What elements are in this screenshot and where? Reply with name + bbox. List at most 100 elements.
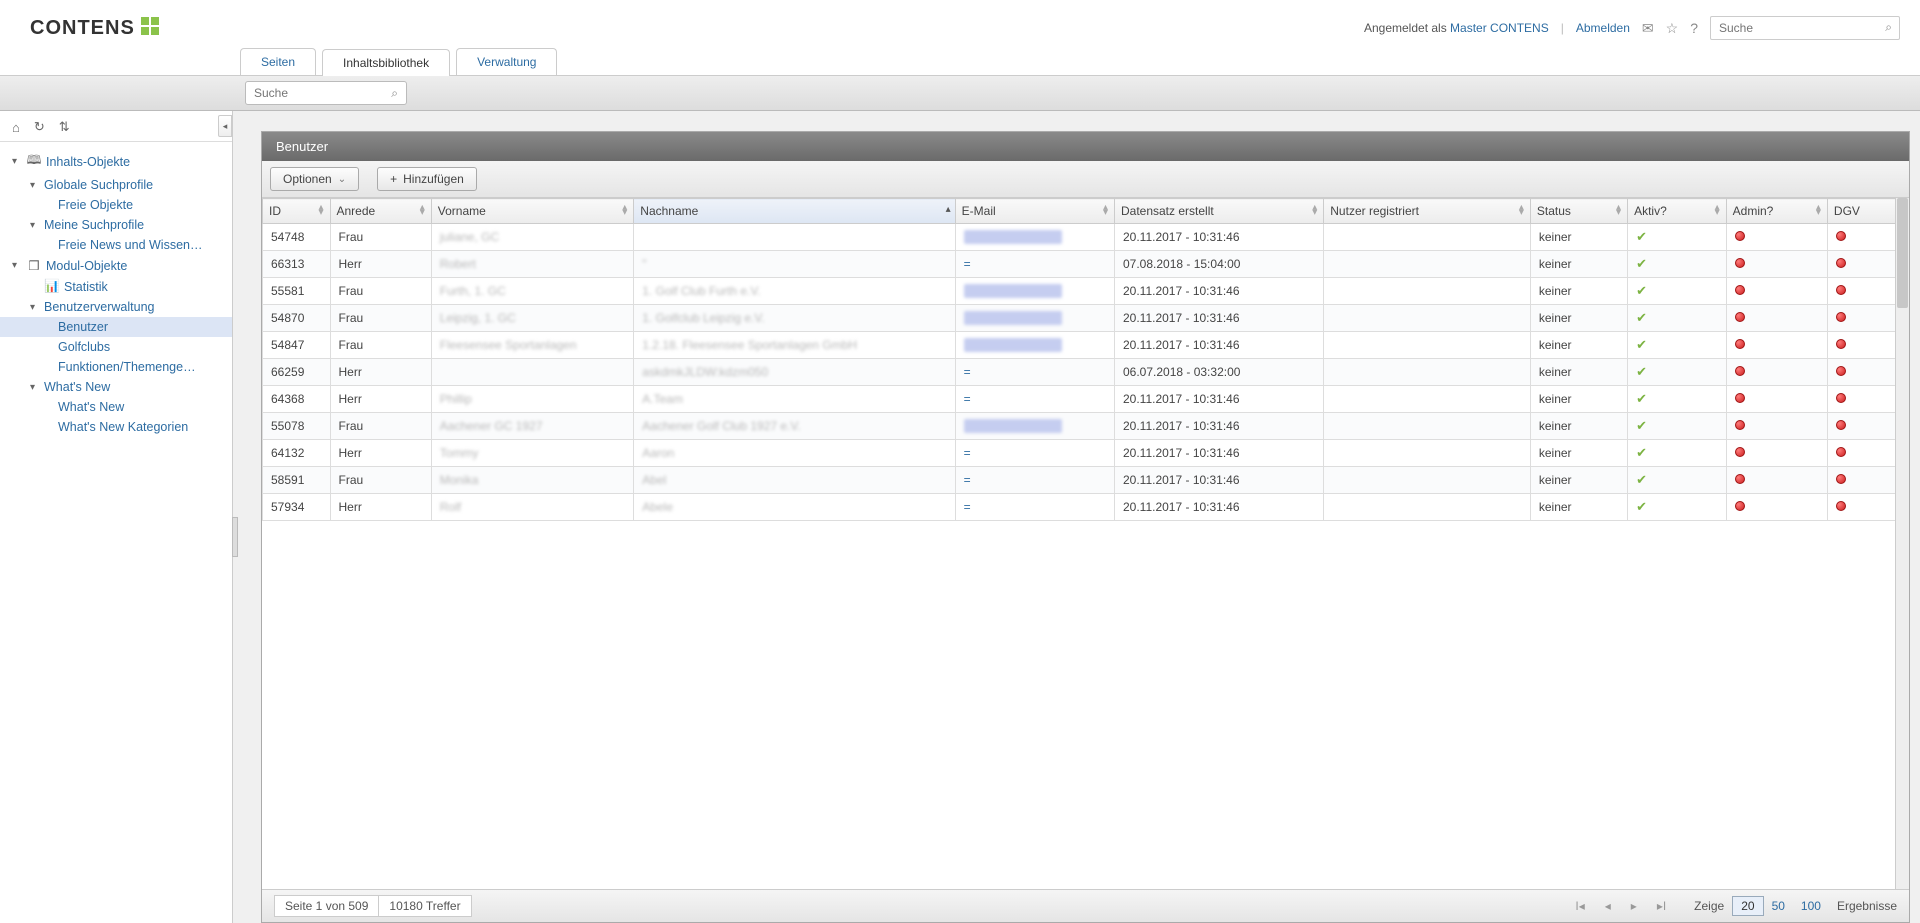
sidebar-item-what-s-new[interactable]: What's New (0, 397, 232, 417)
sidebar-item-benutzerverwaltung[interactable]: ▾Benutzerverwaltung (0, 297, 232, 317)
sidebar: ⌂ ↻ ⇅ ◂ ▾🕮Inhalts-Objekte▾Globale Suchpr… (0, 111, 233, 923)
tab-verwaltung[interactable]: Verwaltung (456, 48, 557, 75)
first-page-icon[interactable]: I◂ (1569, 899, 1590, 913)
home-icon[interactable]: ⌂ (12, 120, 20, 135)
sort-icon: ▴▾ (1616, 205, 1621, 215)
chevron-down-icon: ⌄ (338, 174, 346, 185)
sidebar-item-globale-suchprofile[interactable]: ▾Globale Suchprofile (0, 175, 232, 195)
sidebar-item-what-s-new[interactable]: ▾What's New (0, 377, 232, 397)
options-button[interactable]: Optionen ⌄ (270, 167, 359, 191)
col-vorname[interactable]: Vorname▴▾ (431, 199, 634, 224)
sidebar-item-statistik[interactable]: 📊Statistik (0, 276, 232, 297)
email-link[interactable]: = (964, 473, 971, 487)
cell-registriert (1324, 305, 1531, 332)
sort-asc-icon: ▴ (946, 204, 951, 215)
table-row[interactable]: 54748Fraujuliane, GCxxxxx@xxxxxxxx20.11.… (263, 224, 1909, 251)
col-admin-[interactable]: Admin?▴▾ (1726, 199, 1827, 224)
sidebar-item-freie-objekte[interactable]: Freie Objekte (0, 195, 232, 215)
cell-email: xxxxx@xxxxxxxx (955, 278, 1114, 305)
table-row[interactable]: 66259HerraskdmkJLDW:kdzm050=06.07.2018 -… (263, 359, 1909, 386)
cell-registriert (1324, 413, 1531, 440)
sidebar-item-modul-objekte[interactable]: ▾❒Modul-Objekte (0, 255, 232, 276)
mail-icon[interactable]: ✉ (1642, 20, 1654, 37)
sidebar-item-label: Funktionen/Themenge… (58, 360, 196, 374)
collapse-sidebar-icon[interactable]: ◂ (218, 115, 232, 137)
content-search-input[interactable] (246, 82, 406, 104)
cube-icon: ❒ (26, 258, 42, 273)
sidebar-item-golfclubs[interactable]: Golfclubs (0, 337, 232, 357)
cell-id: 55078 (263, 413, 331, 440)
email-link[interactable]: = (964, 392, 971, 406)
logout-link[interactable]: Abmelden (1576, 21, 1630, 35)
page-size-50[interactable]: 50 (1764, 897, 1793, 915)
add-button[interactable]: + Hinzufügen (377, 167, 477, 191)
cell-status: keiner (1530, 386, 1627, 413)
col-anrede[interactable]: Anrede▴▾ (330, 199, 431, 224)
table-row[interactable]: 54847FrauFleesensee Sportanlagen1.2.18. … (263, 332, 1909, 359)
col-nutzer-registriert[interactable]: Nutzer registriert▴▾ (1324, 199, 1531, 224)
cell-aktiv: ✔ (1628, 224, 1727, 251)
refresh-icon[interactable]: ↻ (34, 119, 45, 135)
expand-arrow-icon: ▾ (30, 382, 42, 393)
cell-nachname: 1. Golf Club Furth e.V. (634, 278, 955, 305)
check-icon: ✔ (1636, 260, 1647, 268)
table-row[interactable]: 58591FrauMonikaAbel=20.11.2017 - 10:31:4… (263, 467, 1909, 494)
panel-footer: Seite 1 von 509 10180 Treffer I◂ ◂ ▸ ▸I … (262, 889, 1909, 922)
table-row[interactable]: 57934HerrRolfAbele=20.11.2017 - 10:31:46… (263, 494, 1909, 521)
cell-aktiv: ✔ (1628, 386, 1727, 413)
search-icon[interactable]: ⌕ (391, 86, 398, 101)
last-page-icon[interactable]: ▸I (1651, 899, 1672, 913)
cell-vorname (431, 359, 634, 386)
cell-nachname: A.Team (634, 386, 955, 413)
table-scroll[interactable]: ID▴▾Anrede▴▾Vorname▴▾Nachname▴E-Mail▴▾Da… (262, 198, 1909, 889)
email-link[interactable]: = (964, 446, 971, 460)
col-e-mail[interactable]: E-Mail▴▾ (955, 199, 1114, 224)
cell-status: keiner (1530, 440, 1627, 467)
page-size-100[interactable]: 100 (1793, 897, 1829, 915)
sidebar-item-what-s-new-kategorien[interactable]: What's New Kategorien (0, 417, 232, 437)
email-blurred: xxxxx@xxxxxxxx (964, 284, 1062, 298)
scrollbar-vertical[interactable] (1895, 198, 1909, 889)
search-icon[interactable]: ⌕ (1885, 20, 1892, 35)
check-icon: ✔ (1636, 476, 1647, 484)
next-page-icon[interactable]: ▸ (1625, 899, 1643, 913)
brand-squares-icon (141, 17, 159, 35)
scrollbar-thumb[interactable] (1897, 198, 1908, 308)
page-size-20[interactable]: 20 (1732, 896, 1763, 916)
email-link[interactable]: = (964, 500, 971, 514)
email-link[interactable]: = (964, 365, 971, 379)
table-row[interactable]: 54870FrauLeipzig, 1. GC1. Golfclub Leipz… (263, 305, 1909, 332)
table-row[interactable]: 64368HerrPhillipA.Team=20.11.2017 - 10:3… (263, 386, 1909, 413)
col-datensatz-erstellt[interactable]: Datensatz erstellt▴▾ (1114, 199, 1323, 224)
col-aktiv-[interactable]: Aktiv?▴▾ (1628, 199, 1727, 224)
sidebar-item-funktionen-themenge-[interactable]: Funktionen/Themenge… (0, 357, 232, 377)
table-row[interactable]: 66313HerrRobert"=07.08.2018 - 15:04:00ke… (263, 251, 1909, 278)
col-id[interactable]: ID▴▾ (263, 199, 331, 224)
sidebar-item-benutzer[interactable]: Benutzer (0, 317, 232, 337)
cell-id: 58591 (263, 467, 331, 494)
settings-icon[interactable]: ⇅ (59, 119, 70, 135)
cell-email: xxxxx@xxxxxxxx (955, 305, 1114, 332)
table-row[interactable]: 55078FrauAachener GC 1927Aachener Golf C… (263, 413, 1909, 440)
tab-inhaltsbibliothek[interactable]: Inhaltsbibliothek (322, 49, 450, 76)
col-nachname[interactable]: Nachname▴ (634, 199, 955, 224)
star-icon[interactable]: ☆ (1666, 20, 1679, 37)
help-icon[interactable]: ? (1690, 20, 1698, 36)
col-status[interactable]: Status▴▾ (1530, 199, 1627, 224)
cell-status: keiner (1530, 224, 1627, 251)
book-icon: 🕮 (26, 151, 42, 172)
sidebar-item-inhalts-objekte[interactable]: ▾🕮Inhalts-Objekte (0, 148, 232, 175)
table-row[interactable]: 64132HerrTommyAaron=20.11.2017 - 10:31:4… (263, 440, 1909, 467)
global-search-input[interactable] (1710, 16, 1900, 40)
prev-page-icon[interactable]: ◂ (1599, 899, 1617, 913)
sidebar-resize-handle[interactable] (232, 517, 238, 557)
email-link[interactable]: = (964, 257, 971, 271)
sidebar-item-freie-news-und-wissen-[interactable]: Freie News und Wissen… (0, 235, 232, 255)
cell-anrede: Herr (330, 386, 431, 413)
current-user-link[interactable]: Master CONTENS (1450, 21, 1549, 35)
table-row[interactable]: 55581FrauFurth, 1. GC1. Golf Club Furth … (263, 278, 1909, 305)
content-search: ⌕ (245, 81, 407, 105)
add-label: Hinzufügen (403, 172, 464, 186)
tab-seiten[interactable]: Seiten (240, 48, 316, 75)
sidebar-item-meine-suchprofile[interactable]: ▾Meine Suchprofile (0, 215, 232, 235)
